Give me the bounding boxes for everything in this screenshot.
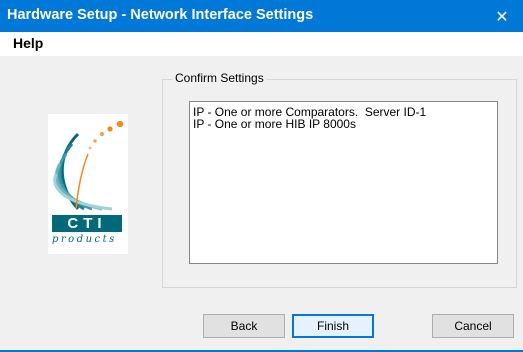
list-item[interactable]: IP - One or more HIB IP 8000s bbox=[190, 118, 426, 130]
logo-brand: CTI bbox=[52, 215, 122, 232]
logo-tagline: products bbox=[52, 234, 117, 245]
menu-bar: Help bbox=[0, 32, 523, 56]
back-button[interactable]: Back bbox=[203, 314, 285, 338]
close-icon[interactable]: ✕ bbox=[481, 0, 523, 32]
logo-swoosh-icon bbox=[53, 120, 124, 211]
title-bar: Hardware Setup - Network Interface Setti… bbox=[0, 0, 523, 32]
confirm-settings-legend: Confirm Settings bbox=[172, 71, 267, 85]
window-title: Hardware Setup - Network Interface Setti… bbox=[7, 7, 314, 23]
finish-button[interactable]: Finish bbox=[292, 314, 374, 338]
confirm-settings-list[interactable]: IP - One or more Comparators. Server ID-… bbox=[189, 101, 498, 264]
cancel-button[interactable]: Cancel bbox=[432, 314, 514, 338]
menu-help[interactable]: Help bbox=[13, 35, 43, 51]
cti-logo: CTI products bbox=[48, 114, 128, 254]
